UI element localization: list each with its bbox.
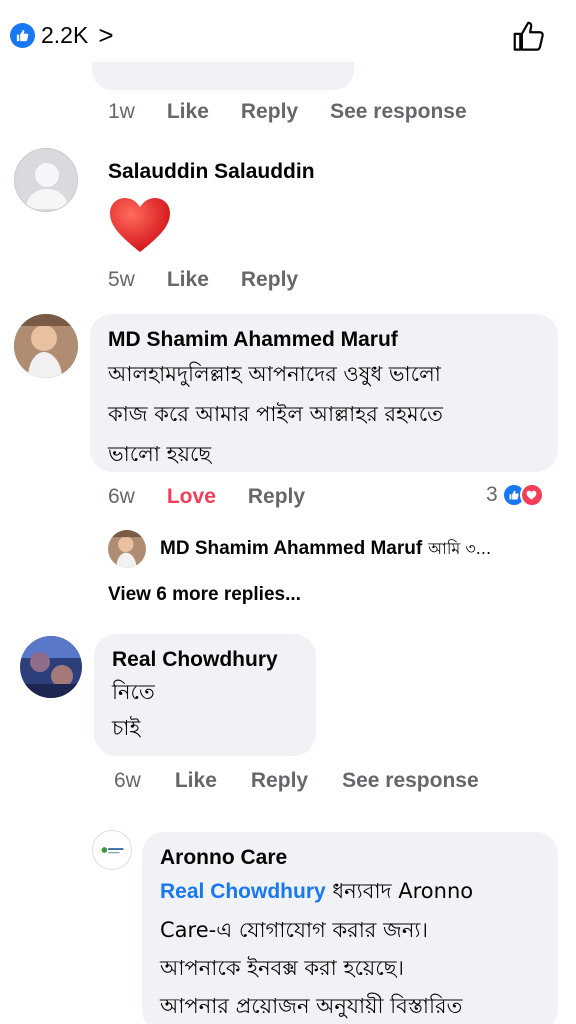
like-button[interactable]: Like [167, 268, 209, 292]
comment-text: নিতে চাই [112, 674, 155, 746]
reply-preview[interactable]: MD Shamim Ahammed Maruf আমি ৩... [108, 530, 548, 568]
comment-line: কাজ করে আমার পাইল আল্লাহর রহমতে [108, 402, 443, 426]
comment-bubble[interactable]: Aronno Care Real Chowdhury ধন্যবাদ Aronn… [142, 832, 558, 1024]
comment-line-text: ধন্যবাদ Aronno [325, 879, 474, 903]
comment-line: আপনার প্রয়োজন অনুযায়ী বিস্তারিত [160, 994, 463, 1018]
commenter-name[interactable]: MD Shamim Ahammed Maruf [108, 328, 398, 352]
comment-actions: 6w Love Reply [108, 485, 305, 509]
avatar[interactable] [14, 314, 78, 378]
reply-button[interactable]: Reply [241, 100, 298, 124]
comment-time: 1w [108, 100, 135, 123]
comment-time: 6w [114, 769, 141, 792]
comment-line: নিতে [112, 680, 155, 704]
like-badge-icon [10, 23, 35, 48]
reply-button[interactable]: Reply [251, 769, 308, 793]
commenter-name[interactable]: Aronno Care [160, 846, 287, 870]
mention-link[interactable]: Real Chowdhury [160, 880, 326, 903]
like-button[interactable]: Like [175, 769, 217, 793]
reply-button[interactable]: Reply [248, 485, 305, 509]
see-response-button[interactable]: See response [330, 100, 467, 124]
comment-time: 5w [108, 268, 135, 291]
reply-author-name: MD Shamim Ahammed Maruf [160, 538, 423, 559]
comment-time: 6w [108, 485, 135, 508]
comment-actions: 1w Like Reply See response [108, 100, 467, 124]
avatar[interactable] [14, 148, 78, 212]
chevron-right-icon: > [98, 20, 114, 50]
comment-text: Real Chowdhury ধন্যবাদ Aronno Care-এ যোগ… [160, 872, 473, 1024]
commenter-name[interactable]: Salauddin Salauddin [108, 160, 315, 184]
avatar [108, 530, 146, 568]
reaction-count: 2.2K [41, 22, 89, 48]
comment-actions: 5w Like Reply [108, 268, 298, 292]
love-button[interactable]: Love [167, 485, 216, 509]
comment-line: Real Chowdhury ধন্যবাদ Aronno [160, 872, 473, 911]
see-response-button[interactable]: See response [342, 769, 479, 793]
commenter-name[interactable]: Real Chowdhury [112, 648, 278, 672]
comment-line: ভালো হয়ছে [108, 442, 212, 466]
comment-bubble[interactable]: Real Chowdhury নিতে চাই [94, 634, 316, 756]
comment-line: আপনাকে ইনবক্স করা হয়েছে। [160, 956, 404, 980]
love-reaction-icon [519, 483, 544, 507]
comment-line: আলহামদুলিল্লাহ আপনাদের ওষুধ ভালো [108, 362, 441, 386]
avatar[interactable] [20, 636, 82, 698]
thumbs-up-outline-icon[interactable] [510, 18, 548, 56]
comment-bubble[interactable]: MD Shamim Ahammed Maruf আলহামদুলিল্লাহ আ… [90, 314, 558, 472]
comment-reactions[interactable]: 3 [486, 483, 544, 507]
comment-line: চাই [112, 716, 141, 740]
red-heart-emoji [110, 198, 170, 252]
aronno-logo-icon [101, 847, 124, 854]
avatar[interactable] [92, 830, 132, 870]
reaction-count: 3 [486, 483, 498, 506]
reply-text: আমি ৩... [428, 538, 492, 558]
reply-button[interactable]: Reply [241, 268, 298, 292]
view-more-replies-link[interactable]: View 6 more replies... [108, 584, 301, 606]
previous-comment-bubble [92, 62, 354, 90]
comment-actions: 6w Like Reply See response [114, 769, 479, 793]
reaction-summary[interactable]: 2.2K > [10, 20, 114, 51]
like-button[interactable]: Like [167, 100, 209, 124]
comment-line: Care-এ যোগাযোগ করার জন্য। [160, 918, 428, 942]
comment-text: আলহামদুলিল্লাহ আপনাদের ওষুধ ভালো কাজ করে… [108, 354, 443, 474]
